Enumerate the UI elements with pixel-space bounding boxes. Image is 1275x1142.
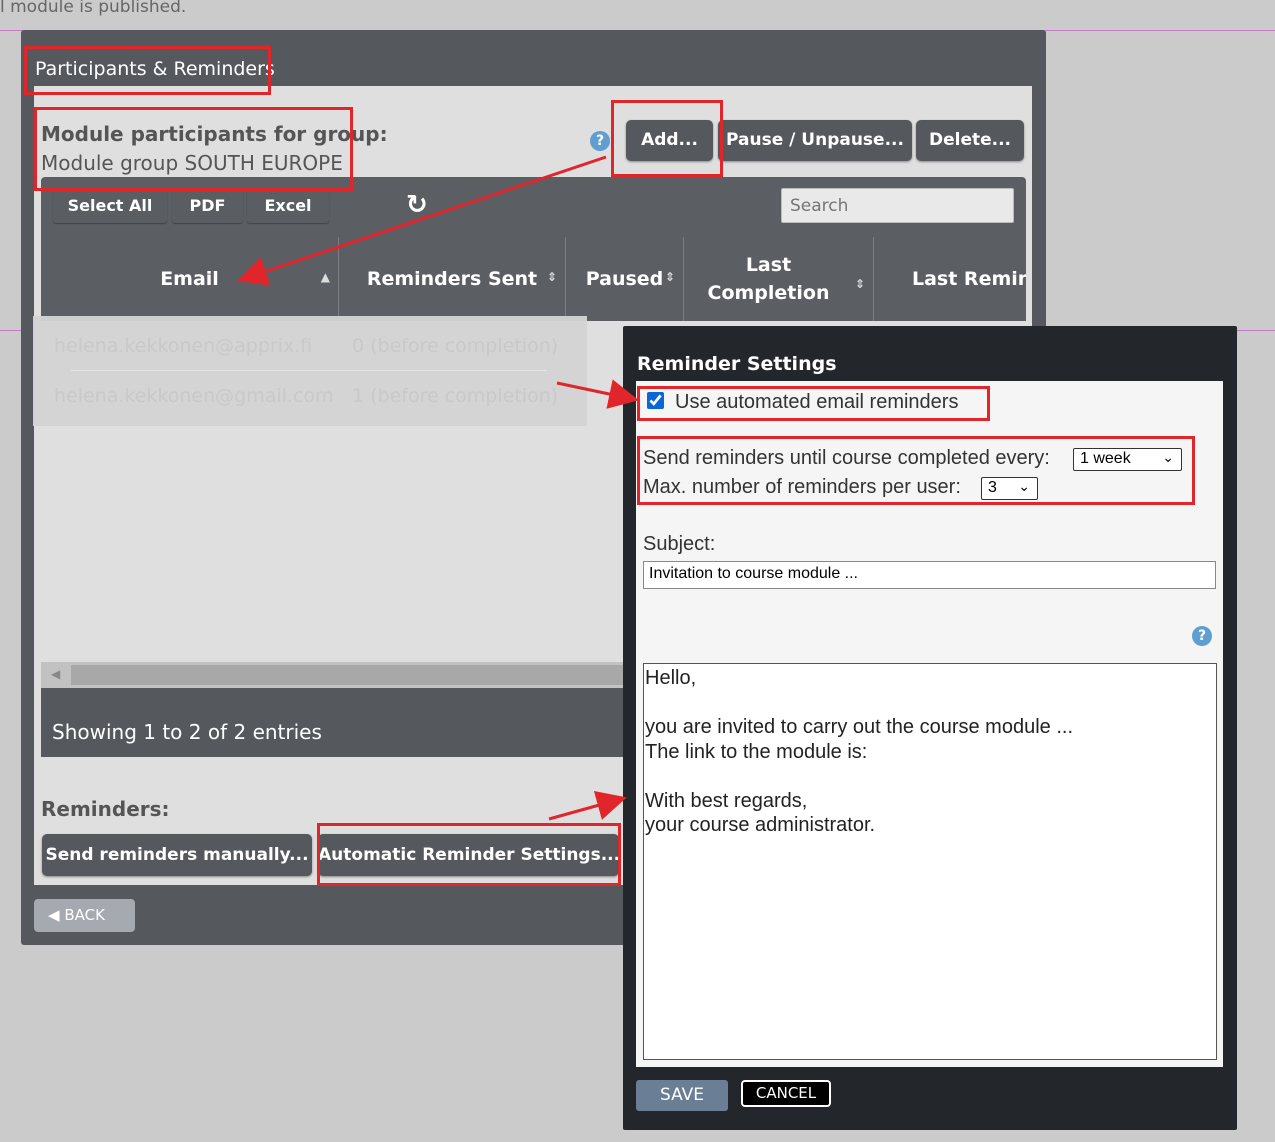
arrow-to-dialog	[548, 790, 627, 821]
annotation-arrows	[237, 155, 639, 821]
arrow-to-checkbox	[556, 379, 639, 409]
arrow-add-to-email	[237, 155, 607, 286]
